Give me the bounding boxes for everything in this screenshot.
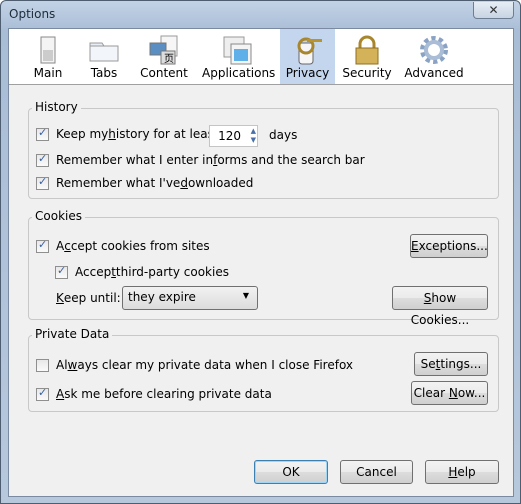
svg-text:页: 页: [164, 53, 174, 65]
help-button[interactable]: Help: [425, 460, 499, 484]
keep-until-dropdown[interactable]: they expire ▼: [122, 286, 258, 310]
privacy-key-icon: [297, 37, 322, 65]
tab-label: Privacy: [285, 66, 330, 80]
exceptions-button[interactable]: Exceptions...: [410, 234, 488, 258]
checkbox[interactable]: [55, 264, 68, 279]
history-days-input[interactable]: 120 ▲ ▼: [209, 125, 258, 147]
content-icon: 页: [149, 35, 178, 65]
tab-applications[interactable]: Applications: [202, 29, 276, 84]
clear-now-button[interactable]: Clear Now...: [411, 381, 488, 405]
tab-main[interactable]: Main: [27, 29, 69, 84]
cookies-group: Cookies Accept cookies from sites Accept…: [28, 209, 499, 327]
gear-icon: [420, 36, 448, 64]
category-toolbar: Main Tabs 页 Content Applications Privacy…: [9, 29, 513, 85]
tab-label: Security: [342, 66, 392, 80]
close-button[interactable]: ✕: [473, 2, 514, 19]
checkbox[interactable]: [36, 126, 49, 141]
accept-cookies-checkbox[interactable]: Accept cookies from sites: [36, 238, 210, 253]
group-title: History: [32, 100, 81, 114]
checkbox[interactable]: [36, 386, 49, 401]
spin-up-button[interactable]: ▲: [246, 127, 256, 136]
checkbox[interactable]: [36, 238, 49, 253]
history-group: History Keep my history for at least 120…: [28, 100, 499, 199]
always-clear-checkbox[interactable]: Al w ays clear my private data when I clos…: [36, 358, 353, 372]
tab-label: Content: [140, 66, 188, 80]
cancel-button[interactable]: Cancel: [340, 460, 413, 484]
tab-label: Advanced: [404, 66, 464, 80]
ask-before-clearing-checkbox[interactable]: Ask me before clearing private data: [36, 386, 272, 401]
dropdown-arrow-icon: ▼: [242, 291, 249, 300]
options-window: Options ✕ Main Tabs 页 Content Applicatio…: [0, 0, 521, 504]
group-title: Cookies: [32, 209, 85, 223]
checkbox[interactable]: [36, 358, 49, 372]
tab-security[interactable]: Security: [341, 29, 393, 84]
remember-forms-checkbox[interactable]: Remember what I enter in forms and the s…: [36, 152, 365, 167]
applications-icon: [223, 36, 252, 65]
spin-down-button[interactable]: ▼: [246, 136, 256, 145]
tab-label: Main: [33, 66, 63, 80]
days-label: days: [269, 128, 298, 142]
tab-label: Tabs: [90, 66, 118, 80]
keep-history-checkbox[interactable]: Keep my history for at least: [36, 126, 219, 141]
switch-icon: [40, 36, 56, 64]
private-data-group: Private Data Al w ays clear my private dat…: [28, 327, 499, 412]
close-icon: ✕: [488, 3, 499, 17]
tab-advanced[interactable]: Advanced: [403, 29, 465, 84]
checkbox[interactable]: [36, 175, 49, 190]
padlock-icon: [355, 35, 379, 65]
keep-until-label: Keep until:: [56, 291, 121, 305]
tab-content[interactable]: 页 Content: [139, 29, 189, 84]
third-party-cookies-checkbox[interactable]: Accept third-party cookies: [55, 264, 229, 279]
tab-label: Applications: [202, 66, 276, 80]
window-title: Options: [9, 7, 56, 21]
remember-downloads-checkbox[interactable]: Remember what I've downloaded: [36, 175, 253, 190]
dialog-body: Main Tabs 页 Content Applications Privacy…: [8, 28, 514, 497]
tab-privacy[interactable]: Privacy: [280, 29, 335, 84]
folder-tabs-icon: [89, 42, 119, 62]
ok-button[interactable]: OK: [254, 460, 328, 484]
settings-button[interactable]: Settings...: [414, 352, 488, 376]
group-title: Private Data: [32, 327, 113, 341]
checkbox[interactable]: [36, 152, 49, 167]
tab-tabs[interactable]: Tabs: [84, 29, 124, 84]
show-cookies-button[interactable]: Show Cookies...: [392, 286, 488, 327]
